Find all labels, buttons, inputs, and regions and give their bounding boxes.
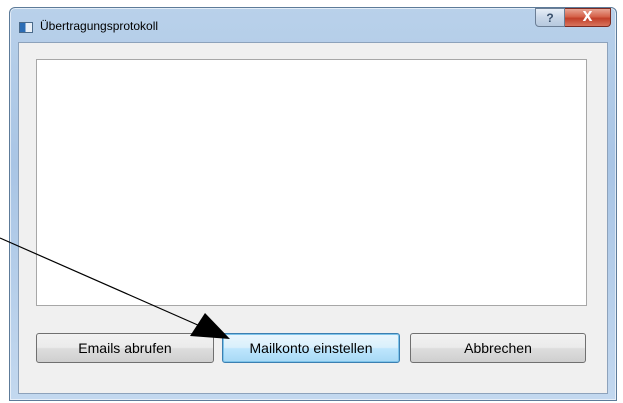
configure-account-button[interactable]: Mailkonto einstellen — [222, 333, 400, 363]
help-icon: ? — [546, 10, 554, 25]
window-icon — [19, 22, 33, 33]
dialog-body: Emails abrufen Mailkonto einstellen Abbr… — [18, 42, 608, 394]
close-button[interactable]: X — [565, 8, 611, 27]
cancel-button[interactable]: Abbrechen — [410, 333, 586, 363]
transfer-log-box[interactable] — [36, 59, 587, 306]
help-button[interactable]: ? — [535, 8, 565, 27]
caption-buttons: ? X — [535, 8, 611, 28]
close-icon: X — [582, 10, 593, 25]
window-title: Übertragungsprotokoll — [40, 19, 159, 33]
dialog-window: Übertragungsprotokoll ? X Emails abrufen… — [9, 7, 617, 401]
title-bar[interactable]: Übertragungsprotokoll ? X — [10, 8, 616, 42]
fetch-emails-button[interactable]: Emails abrufen — [36, 333, 214, 363]
